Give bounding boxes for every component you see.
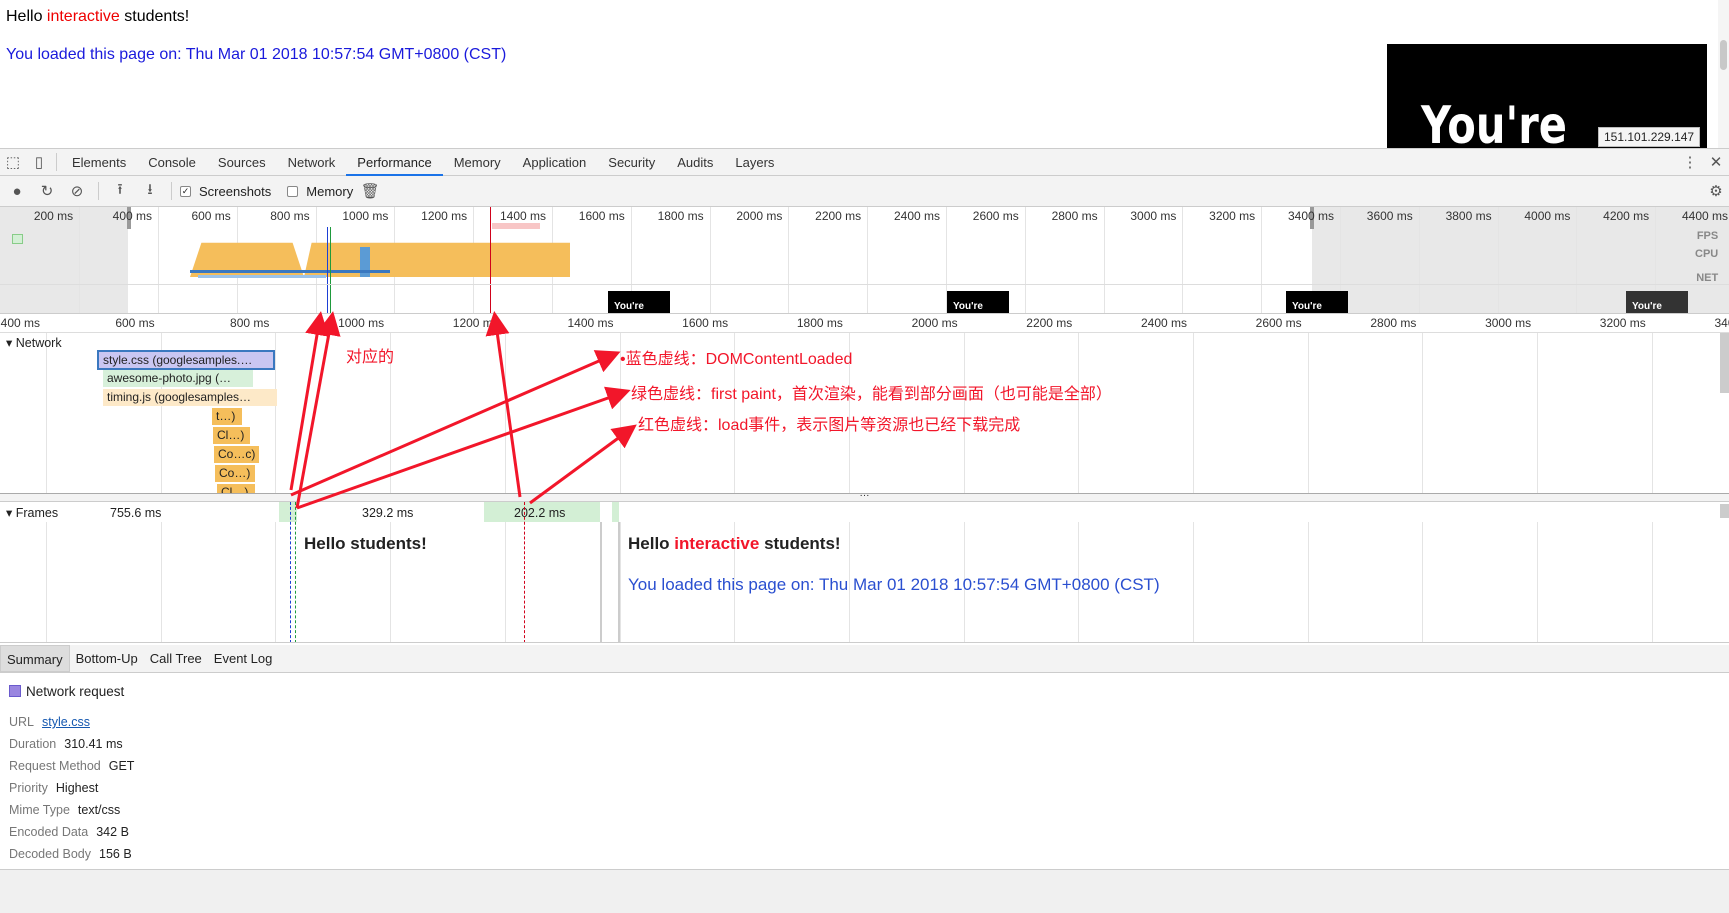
arrow — [485, 311, 522, 498]
arrow — [296, 386, 631, 510]
annotation-load: 红色虚线：load事件，表示图片等资源也已经下载完成 — [638, 417, 1021, 434]
arrow — [529, 424, 637, 505]
annotation-corresponds: 对应的 — [346, 349, 395, 366]
annotation-arrows — [289, 311, 637, 510]
arrow — [290, 350, 621, 497]
annotation-dcl: •蓝色虚线：DOMContentLoaded — [620, 351, 853, 368]
annotation-first-paint: 绿色虚线：first paint，首次渲染，能看到部分画面（也可能是全部） — [631, 386, 1112, 403]
